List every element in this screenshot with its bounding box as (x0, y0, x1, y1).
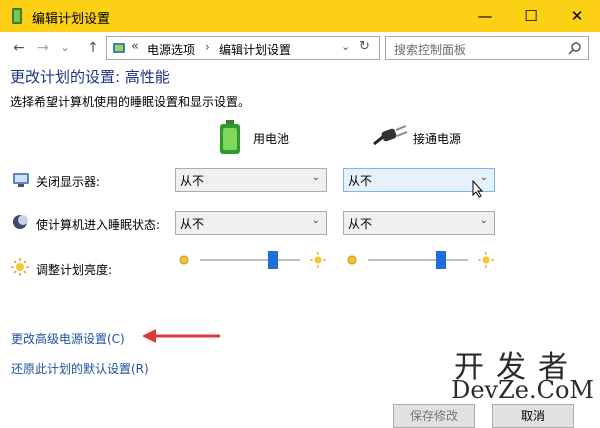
refresh-icon[interactable]: ↻ (359, 39, 370, 54)
mouse-cursor-icon (472, 180, 484, 198)
restore-defaults-link[interactable]: 还原此计划的默认设置(R) (11, 360, 149, 377)
search-input[interactable]: 搜索控制面板 (385, 36, 589, 60)
power-plug-icon (373, 125, 408, 146)
breadcrumb-overflow-icon[interactable]: « (131, 39, 139, 54)
page-description: 选择希望计算机使用的睡眠设置和显示设置。 (10, 95, 251, 109)
battery-column-label: 用电池 (253, 132, 290, 146)
brightness-icon (11, 258, 29, 276)
back-icon[interactable]: ← (10, 39, 28, 57)
select-value: 从不 (180, 174, 205, 188)
sleep-plugged-select[interactable]: 从不 ⌄ (343, 211, 495, 235)
brightness-battery-track[interactable] (200, 259, 300, 261)
recent-pages-icon[interactable]: ⌄ (56, 39, 74, 57)
breadcrumb-item-edit-plan[interactable]: 编辑计划设置 (219, 41, 291, 58)
cancel-button[interactable]: 取消 (492, 404, 574, 428)
plugged-in-column-label: 接通电源 (413, 132, 462, 146)
chevron-down-icon: ⌄ (311, 215, 320, 226)
close-button[interactable]: ✕ (554, 0, 600, 32)
up-icon[interactable]: ↑ (84, 39, 102, 57)
maximize-button[interactable]: ☐ (508, 0, 554, 32)
breadcrumb-item-power-options[interactable]: 电源选项 (147, 41, 195, 58)
power-options-icon (12, 8, 22, 24)
control-panel-icon (113, 43, 125, 53)
window-title: 编辑计划设置 (32, 12, 111, 27)
chevron-down-icon: ⌄ (479, 215, 488, 226)
select-value: 从不 (348, 174, 373, 188)
forward-icon[interactable]: → (34, 39, 52, 57)
dim-brightness-icon (347, 255, 357, 265)
select-value: 从不 (348, 217, 373, 231)
dim-brightness-icon (179, 255, 189, 265)
sleep-moon-icon (13, 215, 28, 229)
display-off-battery-select[interactable]: 从不 ⌄ (175, 168, 327, 192)
annotation-arrow-icon (142, 329, 220, 343)
breadcrumb-chevron-icon[interactable]: › (205, 40, 210, 54)
save-button[interactable]: 保存修改 (393, 404, 475, 428)
brightness-battery-slider[interactable] (268, 251, 278, 269)
battery-icon (220, 120, 240, 154)
sleep-battery-select[interactable]: 从不 ⌄ (175, 211, 327, 235)
select-value: 从不 (180, 217, 205, 231)
watermark-english: DevZe.CoM (451, 376, 594, 404)
chevron-down-icon: ⌄ (311, 172, 320, 183)
bright-brightness-icon (310, 252, 326, 268)
turn-off-display-label: 关闭显示器: (36, 175, 101, 189)
bright-brightness-icon (478, 252, 494, 268)
search-placeholder: 搜索控制面板 (394, 43, 467, 57)
brightness-label: 调整计划亮度: (36, 263, 113, 277)
minimize-button[interactable]: — (462, 0, 508, 32)
brightness-plugged-slider[interactable] (436, 251, 446, 269)
display-icon (13, 173, 29, 187)
advanced-power-settings-link[interactable]: 更改高级电源设置(C) (11, 330, 125, 347)
brightness-plugged-track[interactable] (368, 259, 468, 261)
address-dropdown-icon[interactable]: ⌄ (341, 40, 350, 53)
address-bar[interactable]: « 电源选项 › 编辑计划设置 ⌄ ↻ (106, 36, 380, 60)
search-icon[interactable] (568, 41, 582, 55)
page-title: 更改计划的设置: 高性能 (10, 68, 170, 86)
sleep-label: 使计算机进入睡眠状态: (36, 218, 161, 232)
